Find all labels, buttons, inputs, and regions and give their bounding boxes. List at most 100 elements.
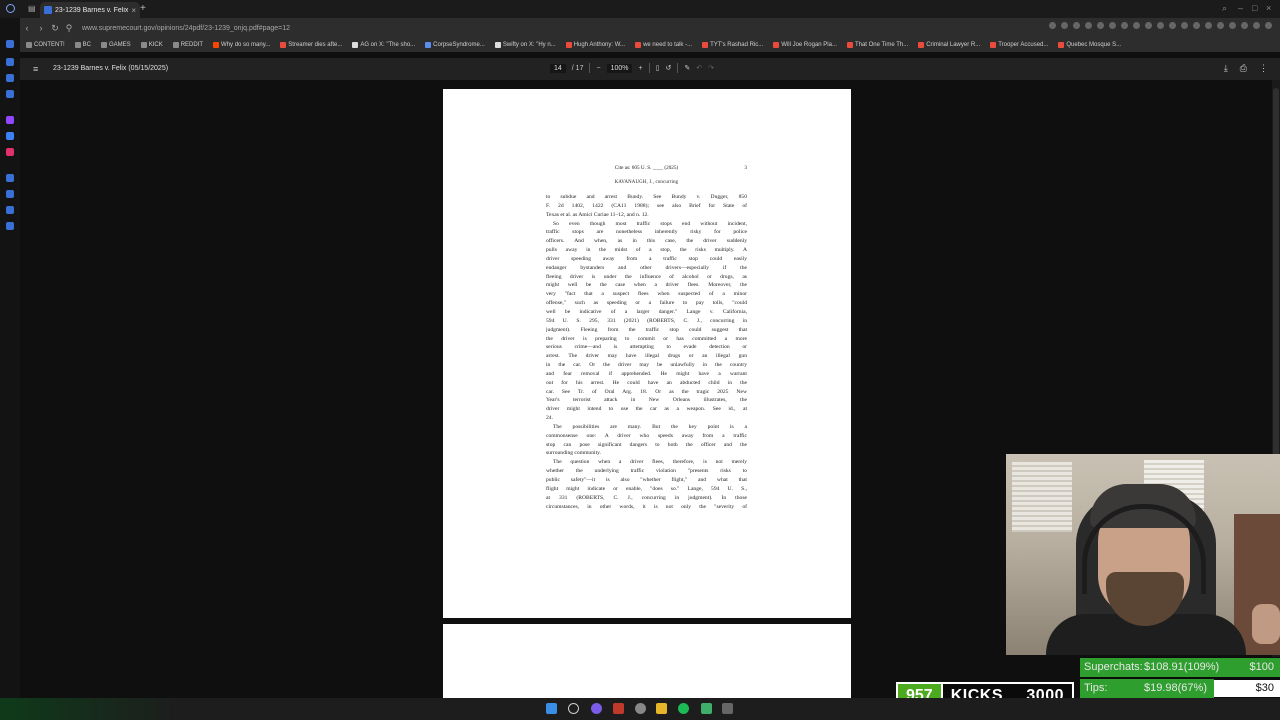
bookmark-item[interactable]: Criminal Lawyer R... xyxy=(918,42,980,48)
bookmark-item[interactable]: That One Time Th... xyxy=(846,42,908,48)
bookmark-item[interactable]: BC xyxy=(74,42,91,48)
new-tab-icon[interactable]: + xyxy=(140,3,146,14)
forward-icon[interactable]: › xyxy=(34,23,48,33)
spotify-icon[interactable] xyxy=(678,703,689,714)
bookmark-icon xyxy=(172,42,179,48)
search-tabs-icon[interactable]: ⌕ xyxy=(1222,3,1227,14)
back-icon[interactable]: ‹ xyxy=(20,23,34,33)
zoom-input[interactable]: 100% xyxy=(606,63,633,73)
tab-actions-icon[interactable]: ▤ xyxy=(28,4,36,13)
extension-icon[interactable] xyxy=(1133,22,1140,29)
close-tab-icon[interactable]: × xyxy=(131,6,136,15)
sidebar-app-icon[interactable] xyxy=(6,174,14,182)
extension-icon[interactable] xyxy=(1193,22,1200,29)
divider xyxy=(589,63,591,73)
extension-icon[interactable] xyxy=(1229,22,1236,29)
fit-page-icon[interactable]: ▯ xyxy=(656,64,660,72)
messenger-icon[interactable] xyxy=(6,132,14,140)
extension-icon[interactable] xyxy=(1061,22,1068,29)
pdf-actions: ⤓ ⎙ ⋮ xyxy=(1224,63,1268,74)
close-window-icon[interactable]: × xyxy=(1266,3,1271,13)
sidebar-app-icon[interactable] xyxy=(6,40,14,48)
page-total: / 17 xyxy=(571,64,584,72)
bookmark-item[interactable]: Swifty on X: "Hy n... xyxy=(494,42,556,48)
text-line: surrounding community. xyxy=(546,450,601,457)
settings-icon[interactable] xyxy=(6,222,14,230)
extension-icon[interactable] xyxy=(1205,22,1212,29)
bookmark-item[interactable]: Why do so many... xyxy=(213,42,270,48)
sidebar-app-icon[interactable] xyxy=(6,206,14,214)
annotate-icon[interactable]: ✎ xyxy=(684,64,690,72)
app-icon[interactable] xyxy=(635,703,646,714)
bookmark-item[interactable]: Will Joe Rogan Pla... xyxy=(773,42,837,48)
rotate-icon[interactable]: ↺ xyxy=(665,64,671,72)
extension-icon[interactable] xyxy=(1157,22,1164,29)
reload-icon[interactable]: ↻ xyxy=(48,23,62,34)
bookmark-item[interactable]: Hugh Anthony: W... xyxy=(565,42,625,48)
instagram-icon[interactable] xyxy=(6,148,14,156)
extension-icon[interactable] xyxy=(1145,22,1152,29)
goal-target: $30 xyxy=(1255,682,1274,694)
app-icon[interactable] xyxy=(701,703,712,714)
extension-icon[interactable] xyxy=(1265,22,1272,29)
browser-logo-icon[interactable] xyxy=(6,4,15,13)
url-field[interactable]: www.supremecourt.gov/opinions/24pdf/23-1… xyxy=(82,25,290,32)
print-icon[interactable]: ⎙ xyxy=(1240,63,1247,74)
text-line: well be indicative of a larger danger." … xyxy=(546,308,747,315)
extension-icon[interactable] xyxy=(1181,22,1188,29)
sidebar-app-icon[interactable] xyxy=(6,190,14,198)
zoom-in-icon[interactable]: + xyxy=(638,65,642,72)
bookmark-item[interactable]: we need to talk -... xyxy=(635,42,692,48)
menu-icon[interactable]: ≡ xyxy=(33,64,38,74)
page-number-input[interactable]: 14 xyxy=(550,63,566,73)
bookmark-icon xyxy=(990,42,997,48)
bookmark-item[interactable]: Trooper Accused... xyxy=(990,42,1048,48)
bookmark-item[interactable]: KICK xyxy=(140,42,163,48)
extension-icon[interactable] xyxy=(1169,22,1176,29)
bookmark-icon xyxy=(74,42,81,48)
app-icon[interactable] xyxy=(722,703,733,714)
zoom-out-icon[interactable]: − xyxy=(596,65,600,72)
bookmark-item[interactable]: GAMES xyxy=(101,42,131,48)
bookmark-icon xyxy=(846,42,853,48)
app-icon[interactable] xyxy=(591,703,602,714)
app-icon[interactable] xyxy=(613,703,624,714)
twitch-icon[interactable] xyxy=(6,116,14,124)
text-line: judgment). Fleeing from the traffic stop… xyxy=(546,326,747,333)
sidebar-app-icon[interactable] xyxy=(6,58,14,66)
extension-icon[interactable] xyxy=(1109,22,1116,29)
extension-icon[interactable] xyxy=(1241,22,1248,29)
site-info-icon[interactable]: ⚲ xyxy=(62,23,76,34)
bookmark-item[interactable]: CONTENT! xyxy=(26,42,65,48)
bookmark-label: CONTENT! xyxy=(34,42,65,48)
concurring-heading: KAVANAUGH, J., concurring xyxy=(614,180,679,185)
bookmark-item[interactable]: CorpseSyndrome... xyxy=(425,42,485,48)
maximize-icon[interactable]: □ xyxy=(1252,3,1257,13)
file-explorer-icon[interactable] xyxy=(656,703,667,714)
bookmark-item[interactable]: TYT's Rashad Ric... xyxy=(702,42,763,48)
start-icon[interactable] xyxy=(546,703,557,714)
bookmark-icon xyxy=(26,42,32,48)
extension-icon[interactable] xyxy=(1253,22,1260,29)
extension-icon[interactable] xyxy=(1085,22,1092,29)
undo-icon[interactable]: ↶ xyxy=(696,64,702,72)
minimize-icon[interactable]: – xyxy=(1238,3,1243,13)
sidebar-app-icon[interactable] xyxy=(6,74,14,82)
redo-icon[interactable]: ↷ xyxy=(708,64,714,72)
extension-icon[interactable] xyxy=(1097,22,1104,29)
extension-icon[interactable] xyxy=(1073,22,1080,29)
sidebar-app-icon[interactable] xyxy=(6,90,14,98)
bookmark-item[interactable]: Streamer dies afte... xyxy=(280,42,342,48)
extension-icon[interactable] xyxy=(1049,22,1056,29)
bookmark-item[interactable]: AG on X: "The sho... xyxy=(352,42,415,48)
extension-icon[interactable] xyxy=(1121,22,1128,29)
bookmark-item[interactable]: REDDIT xyxy=(172,42,203,48)
extension-icon[interactable] xyxy=(1217,22,1224,29)
tab-active[interactable]: 23-1239 Barnes v. Felix (0 × xyxy=(40,2,140,18)
bookmark-label: Why do so many... xyxy=(221,42,271,48)
search-icon[interactable] xyxy=(568,703,579,714)
download-icon[interactable]: ⤓ xyxy=(1224,63,1228,74)
bookmark-item[interactable]: Quebec Mosque S... xyxy=(1058,42,1121,48)
goal-target: $100 xyxy=(1249,661,1274,673)
more-options-icon[interactable]: ⋮ xyxy=(1259,63,1268,74)
